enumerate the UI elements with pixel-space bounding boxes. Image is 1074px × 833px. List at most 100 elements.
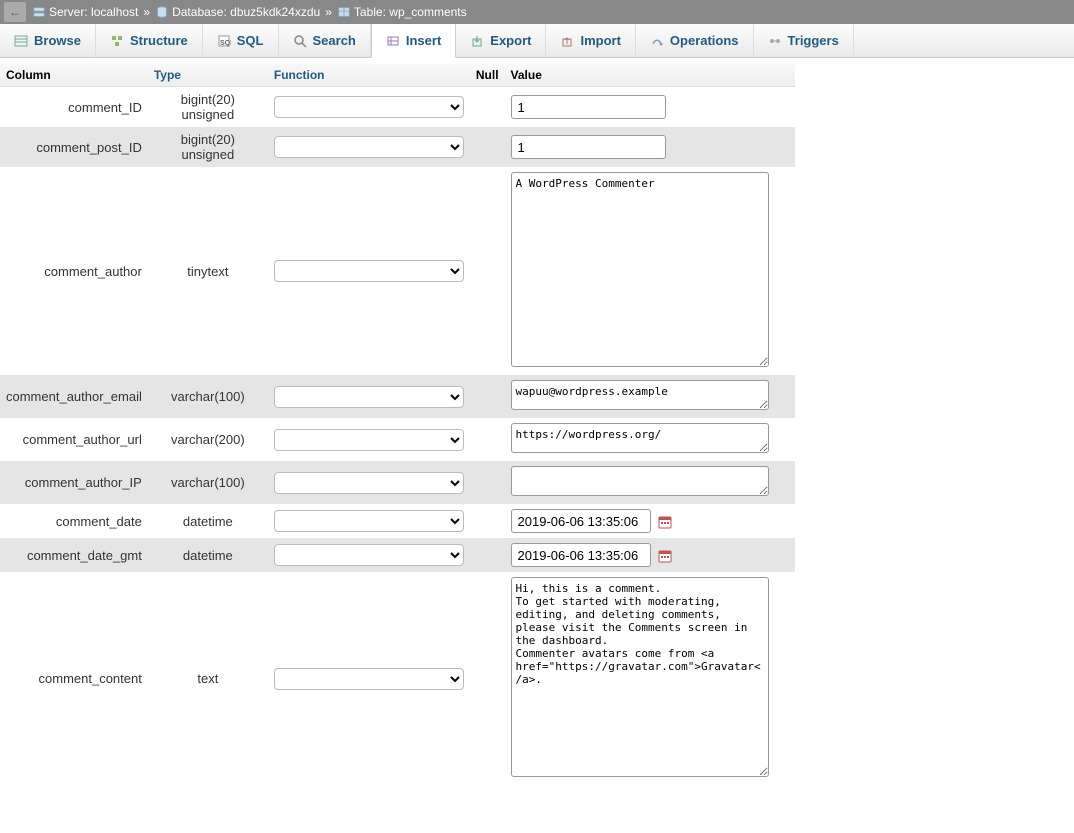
value-input[interactable] [511,95,666,119]
value-textarea[interactable] [511,577,769,777]
structure-icon [110,34,124,48]
server-icon [32,5,46,19]
function-select[interactable] [274,96,464,118]
column-type: varchar(100) [148,461,268,504]
null-cell [470,504,505,538]
table-row: comment_author_IPvarchar(100) [0,461,795,504]
null-cell [470,418,505,461]
browse-icon [14,34,28,48]
tab-label: Export [490,33,531,48]
breadcrumb-database[interactable]: Database: dbuz5kdk24xzdu [172,5,320,19]
tab-insert[interactable]: Insert [371,24,456,58]
tab-label: Import [580,33,620,48]
value-textarea[interactable] [511,380,769,410]
column-name: comment_author_IP [0,461,148,504]
value-textarea[interactable] [511,423,769,453]
value-cell [505,87,795,128]
breadcrumb-sep: » [325,5,332,19]
column-type: text [148,572,268,785]
column-type: bigint(20) unsigned [148,87,268,128]
value-cell [505,538,795,572]
value-cell [505,375,795,418]
table-row: comment_date_gmtdatetime [0,538,795,572]
value-cell [505,504,795,538]
tab-bar: Browse Structure SQL SQL Search Insert E… [0,24,1074,58]
back-button[interactable]: ← [4,2,26,22]
header-column: Column [0,64,148,87]
tab-search[interactable]: Search [279,24,371,57]
value-textarea[interactable] [511,172,769,367]
header-value: Value [505,64,795,87]
breadcrumb: ← Server: localhost » Database: dbuz5kdk… [0,0,1074,24]
svg-text:SQL: SQL [220,40,231,47]
tab-sql[interactable]: SQL SQL [203,24,279,57]
header-function[interactable]: Function [268,64,470,87]
value-cell [505,418,795,461]
table-row: comment_authortinytext [0,167,795,375]
insert-grid: Column Type Function Null Value comment_… [0,64,795,785]
function-select[interactable] [274,386,464,408]
null-cell [470,127,505,167]
null-cell [470,461,505,504]
table-row: comment_contenttext [0,572,795,785]
breadcrumb-server[interactable]: Server: localhost [49,5,138,19]
column-type: varchar(100) [148,375,268,418]
column-name: comment_author [0,167,148,375]
value-textarea[interactable] [511,466,769,496]
tab-browse[interactable]: Browse [0,24,96,57]
column-type: tinytext [148,167,268,375]
calendar-icon[interactable] [657,548,673,564]
function-select[interactable] [274,136,464,158]
value-input[interactable] [511,135,666,159]
null-cell [470,87,505,128]
table-row: comment_author_emailvarchar(100) [0,375,795,418]
value-input[interactable] [511,543,651,567]
table-row: comment_IDbigint(20) unsigned [0,87,795,128]
function-select[interactable] [274,668,464,690]
tab-operations[interactable]: Operations [636,24,754,57]
column-type: datetime [148,538,268,572]
value-input[interactable] [511,509,651,533]
column-type: datetime [148,504,268,538]
column-name: comment_date_gmt [0,538,148,572]
calendar-icon[interactable] [657,514,673,530]
null-cell [470,167,505,375]
value-cell [505,167,795,375]
tab-label: Insert [406,33,441,48]
triggers-icon [768,34,782,48]
column-name: comment_content [0,572,148,785]
tab-label: Structure [130,33,188,48]
tab-label: Search [313,33,356,48]
function-select[interactable] [274,510,464,532]
breadcrumb-table[interactable]: Table: wp_comments [354,5,467,19]
column-name: comment_author_email [0,375,148,418]
function-select[interactable] [274,544,464,566]
column-type: bigint(20) unsigned [148,127,268,167]
tab-export[interactable]: Export [456,24,546,57]
tab-triggers[interactable]: Triggers [754,24,854,57]
tab-import[interactable]: Import [546,24,635,57]
function-select[interactable] [274,429,464,451]
function-select[interactable] [274,472,464,494]
null-cell [470,538,505,572]
import-icon [560,34,574,48]
function-select[interactable] [274,260,464,282]
value-cell [505,127,795,167]
header-null: Null [470,64,505,87]
null-cell [470,572,505,785]
value-cell [505,461,795,504]
header-type[interactable]: Type [148,64,268,87]
table-row: comment_author_urlvarchar(200) [0,418,795,461]
insert-icon [386,34,400,48]
table-icon [337,5,351,19]
tab-label: Triggers [788,33,839,48]
column-name: comment_ID [0,87,148,128]
tab-structure[interactable]: Structure [96,24,203,57]
value-cell [505,572,795,785]
column-name: comment_author_url [0,418,148,461]
table-row: comment_datedatetime [0,504,795,538]
column-name: comment_post_ID [0,127,148,167]
tab-label: Browse [34,33,81,48]
operations-icon [650,34,664,48]
column-name: comment_date [0,504,148,538]
